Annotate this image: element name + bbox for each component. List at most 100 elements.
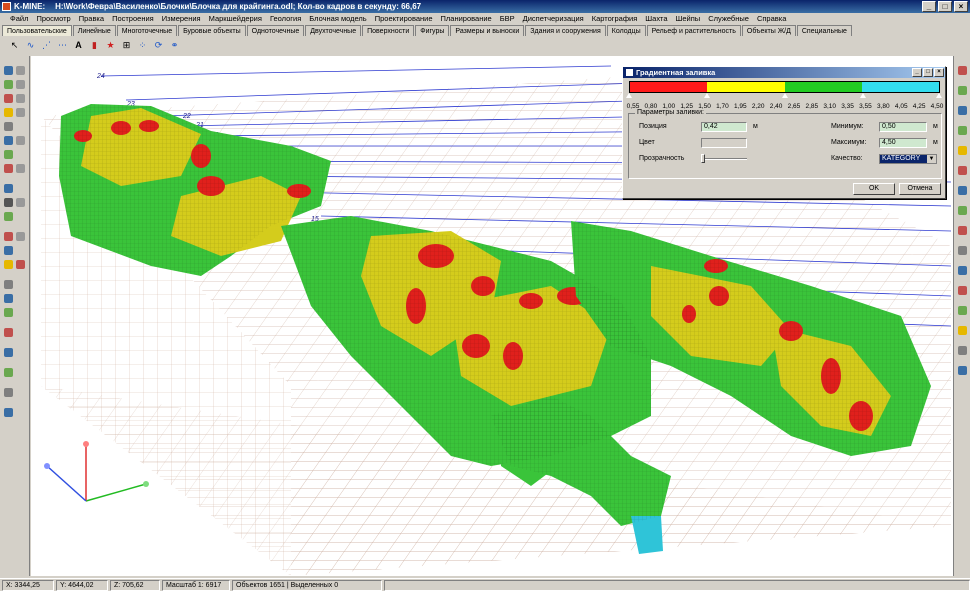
points-line-icon[interactable]: ⋰ xyxy=(40,39,53,52)
menu-geology[interactable]: Геология xyxy=(266,14,305,23)
minimize-button[interactable]: _ xyxy=(922,1,936,12)
maximize-button[interactable]: □ xyxy=(938,1,952,12)
stop-icon[interactable] xyxy=(4,232,13,241)
fence-icon[interactable] xyxy=(958,246,967,255)
shaft-icon[interactable] xyxy=(958,366,967,375)
marker-icon[interactable] xyxy=(958,146,967,155)
tab-special[interactable]: Специальные xyxy=(796,25,852,36)
menu-view[interactable]: Просмотр xyxy=(32,14,74,23)
split-icon[interactable] xyxy=(16,198,25,207)
terrain-icon[interactable] xyxy=(4,150,13,159)
chevron-down-icon[interactable]: ▼ xyxy=(927,155,936,163)
well-icon[interactable] xyxy=(958,166,967,175)
tab-figures[interactable]: Фигуры xyxy=(415,25,450,36)
properties-icon[interactable] xyxy=(4,348,13,357)
minimum-input[interactable]: 0,50 xyxy=(879,122,927,132)
select-box-icon[interactable] xyxy=(16,260,25,269)
join-icon[interactable] xyxy=(16,164,25,173)
eye-icon[interactable] xyxy=(4,368,13,377)
menu-cartography[interactable]: Картография xyxy=(588,14,642,23)
layers-icon[interactable] xyxy=(4,136,13,145)
tab-linear[interactable]: Линейные xyxy=(72,25,116,36)
star-icon[interactable]: ★ xyxy=(104,39,117,52)
color-picker[interactable] xyxy=(701,138,747,148)
water-icon[interactable] xyxy=(958,266,967,275)
filter-icon[interactable] xyxy=(4,246,13,255)
dialog-minimize-button[interactable]: _ xyxy=(912,68,922,77)
copy-icon[interactable] xyxy=(4,294,13,303)
maximum-input[interactable]: 4,50 xyxy=(879,138,927,148)
tab-single-point[interactable]: Одноточечные xyxy=(246,25,305,36)
tab-relief[interactable]: Рельеф и растительность xyxy=(646,25,741,36)
gradient-stop-handle[interactable] xyxy=(704,93,710,98)
gradient-stop-handle[interactable] xyxy=(782,93,788,98)
rotate-view-icon[interactable] xyxy=(4,94,13,103)
rotate-icon[interactable]: ⟳ xyxy=(152,39,165,52)
polyline-icon[interactable]: ∿ xyxy=(24,39,37,52)
menu-dispatch[interactable]: Диспетчеризация xyxy=(519,14,588,23)
menu-blasting[interactable]: БВР xyxy=(496,14,519,23)
cancel-button[interactable]: Отмена xyxy=(899,183,941,195)
offset-icon[interactable] xyxy=(16,232,25,241)
tab-two-point[interactable]: Двухточечные xyxy=(305,25,362,36)
menu-surveying[interactable]: Маркшейдерия xyxy=(205,14,266,23)
menu-shapes[interactable]: Шейпы xyxy=(672,14,705,23)
zoom-icon[interactable] xyxy=(4,66,13,75)
menu-design[interactable]: Проектирование xyxy=(371,14,437,23)
scatter-icon[interactable]: ⁘ xyxy=(136,39,149,52)
bridge-icon[interactable] xyxy=(958,326,967,335)
tab-drill-objects[interactable]: Буровые объекты xyxy=(178,25,246,36)
link-icon[interactable]: ⚭ xyxy=(168,39,181,52)
ok-button[interactable]: OK xyxy=(853,183,895,195)
info-icon[interactable] xyxy=(4,408,13,417)
save-icon[interactable] xyxy=(4,184,13,193)
transparency-slider-track[interactable] xyxy=(701,158,747,160)
power-line-icon[interactable] xyxy=(958,286,967,295)
measure-icon[interactable] xyxy=(4,122,13,131)
menu-file[interactable]: Файл xyxy=(6,14,32,23)
pipe-icon[interactable] xyxy=(958,186,967,195)
snap-icon[interactable] xyxy=(16,66,25,75)
slope-icon[interactable] xyxy=(958,206,967,215)
gradient-color-bar[interactable] xyxy=(629,81,940,93)
dialog-title-bar[interactable]: Градиентная заливка _ □ × xyxy=(623,67,945,78)
tab-wells[interactable]: Колодцы xyxy=(606,25,646,36)
close-button[interactable]: × xyxy=(954,1,968,12)
select-cursor-icon[interactable]: ↖ xyxy=(8,39,21,52)
tab-user[interactable]: Пользовательские xyxy=(2,25,72,36)
gradient-stop-handle[interactable] xyxy=(936,93,942,98)
cut-icon[interactable] xyxy=(4,164,13,173)
arrow-right-icon[interactable] xyxy=(958,66,967,75)
mirror-icon[interactable] xyxy=(16,136,25,145)
gradient-segment-green[interactable] xyxy=(784,82,862,92)
menu-mine[interactable]: Шахта xyxy=(641,14,671,23)
position-input[interactable]: 0,42 xyxy=(701,122,747,132)
dialog-maximize-button[interactable]: □ xyxy=(923,68,933,77)
gradient-segment-yellow[interactable] xyxy=(707,82,785,92)
menu-constructions[interactable]: Построения xyxy=(108,14,158,23)
tab-railway[interactable]: Объекты Ж/Д xyxy=(741,25,796,36)
menu-help[interactable]: Справка xyxy=(753,14,790,23)
menu-planning[interactable]: Планирование xyxy=(437,14,496,23)
gradient-stop-handle[interactable] xyxy=(626,93,632,98)
tab-multipoint[interactable]: Многоточечные xyxy=(116,25,178,36)
hatch-icon[interactable] xyxy=(958,126,967,135)
tree-icon[interactable] xyxy=(958,86,967,95)
tab-buildings[interactable]: Здания и сооружения xyxy=(525,25,606,36)
gradient-segment-red[interactable] xyxy=(630,82,708,92)
globe-icon[interactable] xyxy=(4,212,13,221)
print-icon[interactable] xyxy=(4,198,13,207)
move-icon[interactable] xyxy=(4,280,13,289)
tab-dimensions[interactable]: Размеры и выноски xyxy=(450,25,525,36)
warning-icon[interactable] xyxy=(4,260,13,269)
delete-icon[interactable] xyxy=(4,328,13,337)
menu-service[interactable]: Служебные xyxy=(704,14,753,23)
grid-snap-icon[interactable] xyxy=(16,94,25,103)
road-icon[interactable] xyxy=(958,106,967,115)
settings-icon[interactable] xyxy=(4,388,13,397)
light-icon[interactable] xyxy=(4,108,13,117)
text-icon[interactable]: A xyxy=(72,39,85,52)
pan-icon[interactable] xyxy=(4,80,13,89)
building-icon[interactable] xyxy=(958,346,967,355)
grid-icon[interactable]: ⊞ xyxy=(120,39,133,52)
